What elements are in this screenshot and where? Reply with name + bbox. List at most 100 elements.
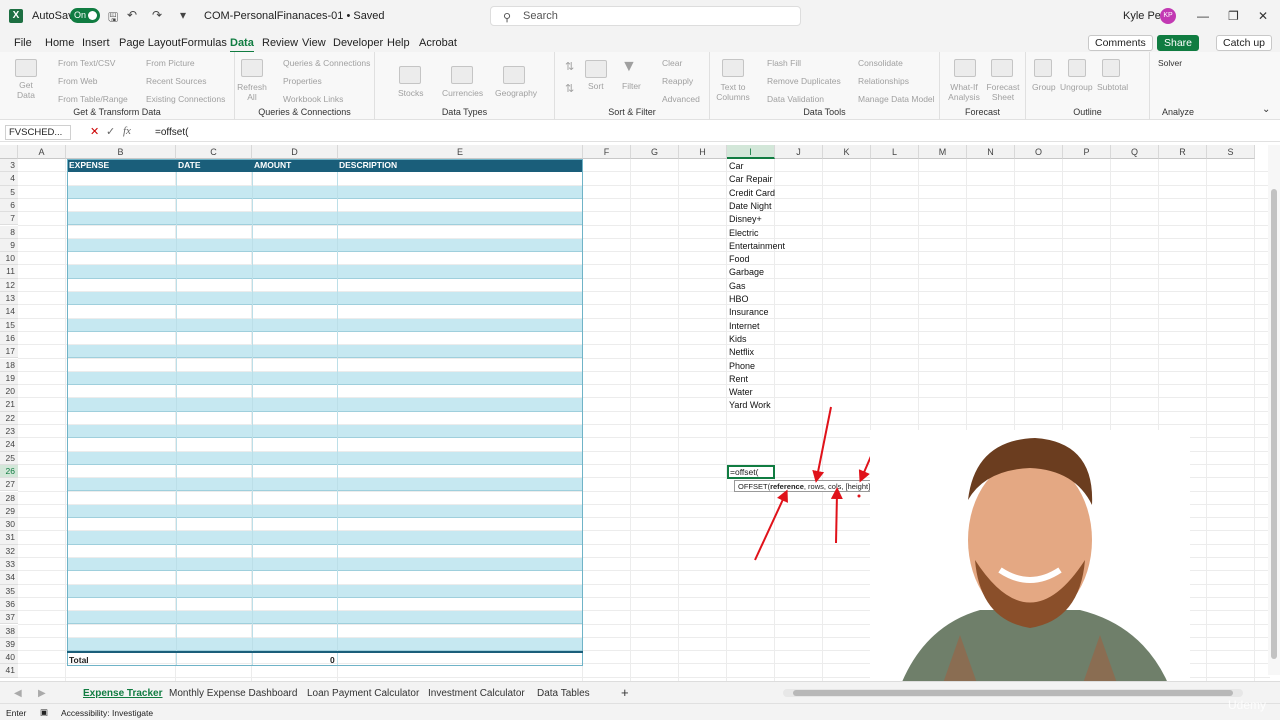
redo-icon[interactable]: ↷ (152, 8, 162, 22)
tab-file[interactable]: File (14, 37, 32, 49)
ungroup-button[interactable]: Ungroup (1060, 82, 1093, 92)
relationships-button[interactable]: Relationships (858, 76, 909, 86)
from-web[interactable]: From Web (58, 76, 98, 86)
group-label-data-tools: Data Tools (803, 107, 846, 117)
flash-fill-button[interactable]: Flash Fill (767, 58, 801, 68)
from-picture[interactable]: From Picture (146, 58, 195, 68)
subtotal-button[interactable]: Subtotal (1097, 82, 1128, 92)
get-data-icon[interactable] (15, 59, 37, 77)
refresh-all-button[interactable]: Refresh All (237, 82, 267, 102)
text-to-columns-icon[interactable] (722, 59, 744, 77)
sort-za-icon[interactable]: ⇅ (565, 82, 574, 95)
tab-review[interactable]: Review (262, 37, 298, 49)
group-icon[interactable] (1034, 59, 1052, 77)
minimize-icon[interactable]: — (1197, 9, 1209, 23)
filter-icon[interactable]: ▼ (621, 58, 637, 76)
insert-function-icon[interactable]: fx (123, 125, 131, 137)
tab-home[interactable]: Home (45, 37, 74, 49)
from-text-csv[interactable]: From Text/CSV (58, 58, 115, 68)
what-if-icon[interactable] (954, 59, 976, 77)
reapply-button[interactable]: Reapply (662, 76, 693, 86)
filter-button[interactable]: Filter (622, 81, 641, 91)
restore-icon[interactable]: ❐ (1228, 9, 1239, 23)
from-table-range[interactable]: From Table/Range (58, 94, 128, 104)
sheet-tab-expense-tracker[interactable]: Expense Tracker (83, 688, 163, 699)
share-button[interactable]: Share (1157, 35, 1200, 51)
text-to-columns-button[interactable]: Text to Columns (716, 82, 750, 102)
horizontal-scroll-thumb[interactable] (793, 690, 1233, 696)
group-sort-filter: ⇅ ⇅ Sort ▼ Filter Clear Reapply Advanced… (555, 52, 710, 120)
what-if-button[interactable]: What-If Analysis (944, 82, 984, 102)
recent-sources[interactable]: Recent Sources (146, 76, 206, 86)
accessibility-status[interactable]: Accessibility: Investigate (61, 708, 153, 718)
tab-insert[interactable]: Insert (82, 37, 110, 49)
save-icon[interactable]: 🖫 (108, 8, 118, 29)
sheet-tab-loan-payment-calculator[interactable]: Loan Payment Calculator (307, 688, 419, 699)
udemy-watermark: Udemy (1228, 698, 1267, 712)
sheet-tab-investment-calculator[interactable]: Investment Calculator (428, 688, 525, 699)
add-sheet-icon[interactable]: + (621, 685, 629, 700)
excel-logo-icon: X (9, 9, 23, 23)
comments-button[interactable]: Comments (1088, 35, 1153, 51)
sheet-tab-monthly-expense-dashboard[interactable]: Monthly Expense Dashboard (169, 688, 297, 699)
tab-developer[interactable]: Developer (333, 37, 383, 49)
cancel-icon[interactable]: ✕ (90, 125, 99, 138)
group-label-sort-filter: Sort & Filter (608, 107, 656, 117)
search-box[interactable]: ⚲ Search (490, 6, 801, 26)
tab-view[interactable]: View (302, 37, 326, 49)
remove-duplicates-button[interactable]: Remove Duplicates (767, 76, 841, 86)
tab-data[interactable]: Data (230, 37, 254, 53)
refresh-all-icon[interactable] (241, 59, 263, 77)
subtotal-icon[interactable] (1102, 59, 1120, 77)
stocks-icon[interactable] (399, 66, 421, 84)
currencies-button[interactable]: Currencies (442, 88, 483, 98)
workbook-links[interactable]: Workbook Links (283, 94, 343, 104)
group-label-queries: Queries & Connections (258, 107, 351, 117)
data-validation-button[interactable]: Data Validation (767, 94, 824, 104)
document-title[interactable]: COM-PersonalFinanaces-01 • Saved (204, 10, 385, 22)
group-button[interactable]: Group (1032, 82, 1056, 92)
queries-connections[interactable]: Queries & Connections (283, 58, 370, 68)
customize-qat-icon[interactable]: ▾ (180, 8, 186, 22)
get-data-button[interactable]: Get Data (14, 80, 38, 100)
consolidate-button[interactable]: Consolidate (858, 58, 903, 68)
tab-acrobat[interactable]: Acrobat (419, 37, 457, 49)
stocks-button[interactable]: Stocks (398, 88, 424, 98)
avatar[interactable]: KP (1160, 8, 1176, 24)
tab-formulas[interactable]: Formulas (181, 37, 227, 49)
catch-up-button[interactable]: Catch up (1216, 35, 1273, 51)
vertical-scrollbar[interactable] (1268, 145, 1280, 675)
currencies-icon[interactable] (451, 66, 473, 84)
forecast-sheet-icon[interactable] (991, 59, 1013, 77)
advanced-button[interactable]: Advanced (662, 94, 700, 104)
macro-record-icon[interactable]: ▣ (40, 707, 48, 718)
sort-button[interactable]: Sort (588, 81, 604, 91)
group-analyze: Solver Analyze (1150, 52, 1206, 120)
sheet-tab-data-tables[interactable]: Data Tables (537, 688, 590, 699)
manage-data-model-button[interactable]: Manage Data Model (858, 94, 935, 104)
collapse-ribbon-icon[interactable]: ⌄ (1262, 104, 1270, 115)
solver-button[interactable]: Solver (1158, 58, 1182, 68)
close-icon[interactable]: ✕ (1258, 9, 1268, 23)
existing-connections[interactable]: Existing Connections (146, 94, 225, 104)
properties[interactable]: Properties (283, 76, 322, 86)
enter-icon[interactable]: ✓ (106, 125, 115, 138)
vertical-scroll-thumb[interactable] (1271, 189, 1277, 659)
geography-button[interactable]: Geography (495, 88, 537, 98)
forecast-sheet-button[interactable]: Forecast Sheet (986, 82, 1020, 102)
horizontal-scrollbar[interactable] (783, 689, 1243, 697)
ribbon-tabs: File Home Insert Page Layout Formulas Da… (0, 32, 1280, 53)
geography-icon[interactable] (503, 66, 525, 84)
autosave-toggle[interactable]: On (70, 8, 100, 23)
sort-az-icon[interactable]: ⇅ (565, 60, 574, 73)
sort-icon[interactable] (585, 60, 607, 78)
clear-button[interactable]: Clear (662, 58, 682, 68)
formula-input[interactable]: =offset( (155, 127, 188, 138)
tab-help[interactable]: Help (387, 37, 410, 49)
next-sheet-icon[interactable]: ▶ (38, 688, 46, 699)
tab-page-layout[interactable]: Page Layout (119, 37, 181, 49)
prev-sheet-icon[interactable]: ◀ (14, 688, 22, 699)
ungroup-icon[interactable] (1068, 59, 1086, 77)
name-box[interactable]: FVSCHED... (5, 125, 71, 140)
undo-icon[interactable]: ↶ (127, 8, 137, 22)
